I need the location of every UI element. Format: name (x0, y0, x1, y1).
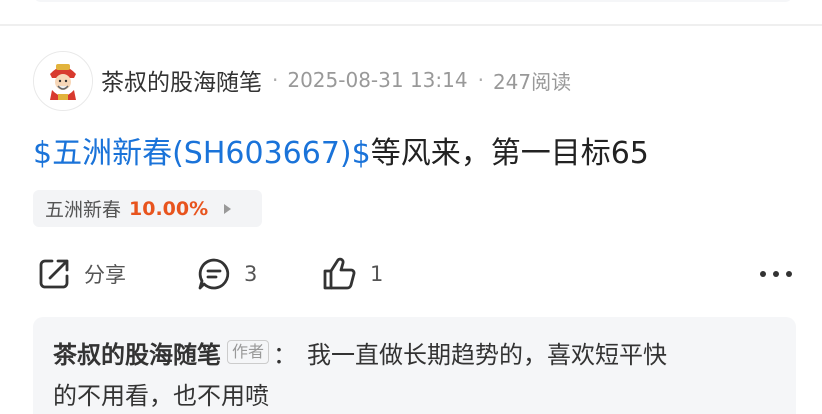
separator-dot: · (272, 68, 279, 92)
separator-dot: · (477, 68, 484, 92)
comment-button[interactable]: 3 (196, 254, 257, 294)
reply-author[interactable]: 茶叔的股海随笔 (53, 335, 221, 370)
stock-chip-change: 10.00% (129, 197, 209, 220)
divider (0, 24, 822, 26)
post-page: 茶叔的股海随笔 · 2025-08-31 13:14 · 247阅读 $五洲新春… (0, 0, 822, 414)
thumbs-up-icon (323, 257, 356, 290)
chevron-right-icon (224, 203, 232, 214)
post-datetime: 2025-08-31 13:14 (287, 68, 468, 92)
avatar-image (34, 52, 92, 110)
reply-text-continued: 的不用看，也不用喷 (53, 381, 269, 410)
more-icon (786, 271, 792, 277)
share-label: 分享 (84, 263, 126, 287)
more-icon (760, 271, 766, 277)
like-button[interactable]: 1 (322, 254, 383, 294)
author-badge: 作者 (227, 340, 270, 364)
reply-colon: ： (273, 340, 298, 369)
stock-chip[interactable]: 五洲新春 10.00% (33, 190, 262, 227)
more-icon (773, 271, 779, 277)
view-count: 247阅读 (492, 69, 572, 94)
like-count: 1 (370, 262, 384, 286)
stock-link[interactable]: $五洲新春(SH603667)$ (33, 128, 371, 172)
previous-card-edge (33, 0, 793, 2)
post-title: $五洲新春(SH603667)$ 等风来，第一目标65 (33, 128, 649, 172)
reply-line: 茶叔的股海随笔 作者 ： 我一直做长期趋势的，喜欢短平快 (53, 332, 667, 372)
reply-text: 我一直做长期趋势的，喜欢短平快 (307, 340, 668, 369)
post-title-text: 等风来，第一目标65 (370, 136, 649, 171)
avatar[interactable] (33, 51, 93, 111)
comment-count: 3 (244, 262, 258, 286)
post-meta: 茶叔的股海随笔 · 2025-08-31 13:14 · 247阅读 (101, 60, 571, 100)
comment-icon (198, 258, 230, 290)
share-button[interactable]: 分享 (36, 254, 126, 294)
stock-chip-name: 五洲新春 (45, 199, 122, 221)
reply-preview[interactable]: 茶叔的股海随笔 作者 ： 我一直做长期趋势的，喜欢短平快 的不用看，也不用喷 (33, 317, 796, 414)
share-icon (39, 259, 69, 289)
more-options-button[interactable] (760, 262, 792, 286)
author-name[interactable]: 茶叔的股海随笔 (101, 63, 262, 97)
